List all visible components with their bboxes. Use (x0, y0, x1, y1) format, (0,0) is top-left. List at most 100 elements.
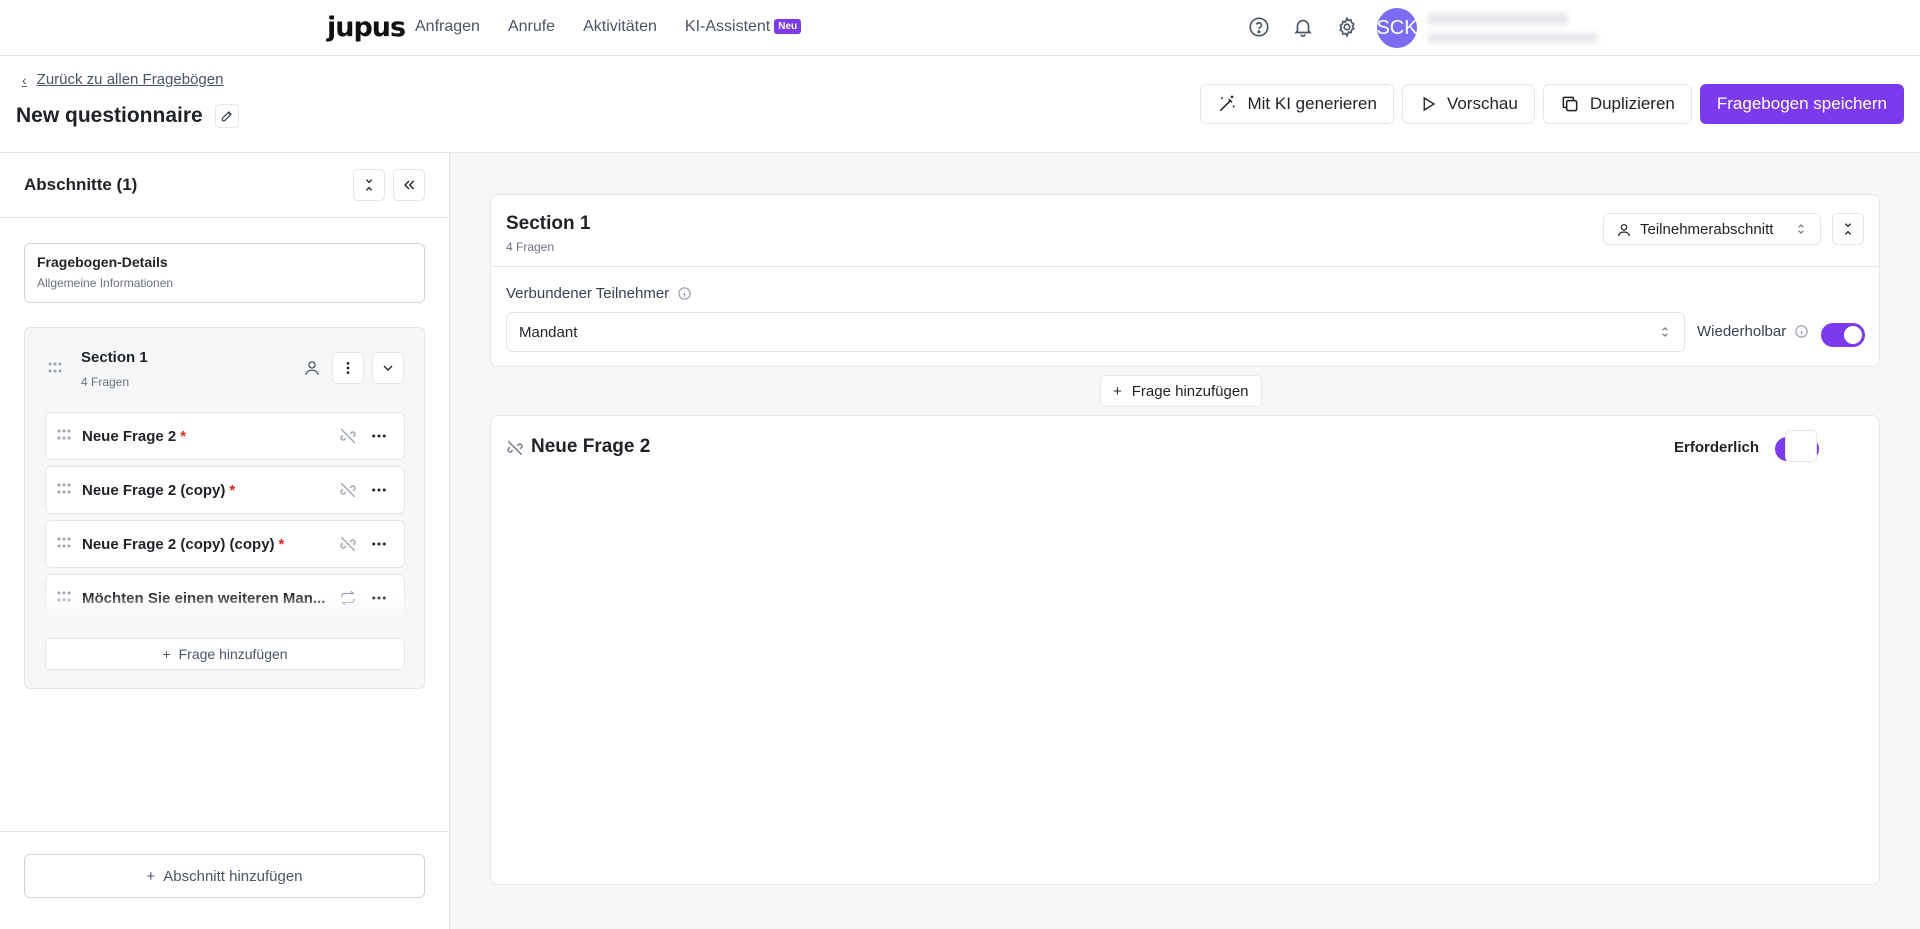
main-editor: Section 1 4 Fragen Teilnehmerabschnitt V… (450, 152, 1920, 929)
pencil-icon (221, 111, 232, 122)
participant-value: Mandant (519, 323, 578, 341)
help-icon[interactable] (1248, 16, 1270, 38)
chevron-left-icon: ‹ (22, 71, 27, 88)
collapse-vertical-icon (1844, 223, 1852, 235)
repeatable-label-row: Wiederholbar (1697, 323, 1809, 340)
top-icons (1248, 16, 1358, 38)
sidebar-header: Abschnitte (1) (0, 153, 449, 218)
page-title: New questionnaire (16, 104, 203, 127)
unlink-icon (339, 535, 357, 553)
collapse-sidebar-button[interactable] (393, 169, 425, 201)
participant-label: Verbundener Teilnehmer (506, 285, 670, 302)
header-actions: Mit KI generieren Vorschau Duplizieren F… (1200, 84, 1904, 124)
info-icon (678, 287, 691, 300)
sidebar-title: Abschnitte (1) (24, 175, 138, 194)
play-icon (1423, 96, 1436, 112)
sidebar-section-1: Section 1 4 Fragen Neue Frage 2 * Neue Fr… (24, 327, 425, 689)
edit-title-button[interactable] (214, 104, 239, 128)
bell-icon[interactable] (1292, 16, 1314, 38)
section-card: Section 1 4 Fragen Teilnehmerabschnitt V… (490, 194, 1880, 367)
copy-icon (1562, 96, 1578, 112)
sidebar-section-name: Section 1 (81, 349, 148, 366)
new-badge: Neu (774, 19, 802, 34)
add-question-button[interactable]: + Frage hinzufügen (1100, 375, 1262, 407)
collapse-all-button[interactable] (353, 169, 385, 201)
required-marker: * (180, 428, 187, 445)
sidebar-add-question-label: Frage hinzufügen (178, 646, 288, 662)
section-expand-button[interactable] (372, 352, 404, 384)
repeatable-toggle[interactable] (1821, 323, 1865, 347)
info-icon (1795, 325, 1808, 338)
details-title: Fragebogen-Details (37, 254, 168, 270)
required-label: Erforderlich (1674, 439, 1760, 456)
required-marker: * (229, 482, 236, 499)
question-title: Neue Frage 2 (531, 436, 651, 457)
generate-ai-button[interactable]: Mit KI generieren (1200, 84, 1394, 124)
list-fade-overlay (45, 594, 405, 618)
add-section-label: Abschnitt hinzufügen (163, 867, 303, 885)
duplicate-label: Duplizieren (1589, 94, 1675, 113)
unlink-icon (339, 481, 357, 499)
preview-button[interactable]: Vorschau (1401, 84, 1535, 124)
required-marker: * (278, 536, 285, 553)
nav-link-anfragen[interactable]: Anfragen (415, 18, 480, 36)
collapse-vertical-icon (365, 179, 373, 191)
unlink-icon (339, 427, 357, 445)
drag-handle-icon[interactable] (56, 537, 72, 549)
generate-ai-label: Mit KI generieren (1247, 94, 1377, 113)
chevron-down-icon (383, 365, 393, 371)
section-type-select[interactable]: Teilnehmerabschnitt (1603, 213, 1821, 245)
drag-handle-icon[interactable] (47, 362, 63, 374)
participant-select[interactable]: Mandant (506, 312, 1685, 352)
preview-label: Vorschau (1446, 94, 1518, 113)
user-icon (303, 359, 321, 377)
questionnaire-details-card[interactable]: Fragebogen-Details Allgemeine Informatio… (24, 243, 425, 303)
page-title-row: New questionnaire (16, 104, 239, 128)
section-title: Section 1 (506, 213, 591, 234)
section-collapse-button[interactable] (1832, 213, 1864, 245)
sidebar-question-item[interactable]: Neue Frage 2 * (45, 412, 405, 460)
sidebar-footer: + Abschnitt hinzufügen (0, 831, 449, 929)
nav-link-anrufe[interactable]: Anrufe (508, 18, 555, 36)
drag-handle-icon[interactable] (56, 483, 72, 495)
nav-link-ki-assistent[interactable]: KI-Assistent Neu (684, 18, 802, 36)
user-info-blurred (1428, 13, 1598, 43)
sections-sidebar: Abschnitte (1) Fragebogen-Details Allgem… (0, 152, 450, 929)
nav-link-ki-assistent-label: KI-Assistent (684, 18, 771, 35)
plus-icon: + (1113, 382, 1122, 400)
horizontal-dots-icon[interactable] (370, 427, 388, 445)
divider (491, 266, 1879, 267)
section-menu-button[interactable] (332, 352, 364, 384)
add-section-button[interactable]: + Abschnitt hinzufügen (24, 854, 425, 898)
nav-link-aktivitaeten[interactable]: Aktivitäten (583, 18, 657, 36)
chevrons-left-icon (404, 180, 415, 190)
back-link-label: Zurück zu allen Fragebögen (36, 71, 224, 88)
repeatable-label: Wiederholbar (1697, 323, 1787, 340)
top-navigation: jupus Anfragen Anrufe Aktivitäten KI-Ass… (0, 0, 1920, 56)
back-link[interactable]: ‹ Zurück zu allen Fragebögen (22, 71, 223, 88)
app-logo[interactable]: jupus (327, 12, 406, 43)
chevron-up-down-icon (1798, 224, 1804, 234)
horizontal-dots-icon[interactable] (370, 481, 388, 499)
plus-icon: + (162, 646, 171, 662)
horizontal-dots-icon[interactable] (370, 535, 388, 553)
sidebar-question-item[interactable]: Neue Frage 2 (copy) * (45, 466, 405, 514)
drag-handle-icon[interactable] (56, 429, 72, 441)
question-label: Neue Frage 2 (copy) (82, 482, 226, 499)
sidebar-section-header[interactable]: Section 1 4 Fragen (25, 328, 424, 408)
magic-wand-icon (1220, 95, 1235, 112)
question-label: Neue Frage 2 (82, 428, 177, 445)
duplicate-button[interactable]: Duplizieren (1542, 84, 1692, 124)
save-questionnaire-button[interactable]: Fragebogen speichern (1699, 84, 1904, 124)
sidebar-add-question-button[interactable]: + Frage hinzufügen (45, 638, 405, 670)
spacer-hidden (1785, 430, 1817, 462)
settings-gear-icon[interactable] (1336, 16, 1358, 38)
section-type-value: Teilnehmerabschnitt (1640, 220, 1774, 238)
vertical-dots-icon (346, 362, 350, 374)
user-avatar[interactable]: SCK (1376, 8, 1418, 48)
sidebar-question-list: Neue Frage 2 * Neue Frage 2 (copy) * Neue … (45, 412, 405, 618)
plus-icon: + (146, 867, 156, 885)
unlink-icon (507, 440, 523, 456)
participant-label-row: Verbundener Teilnehmer (506, 285, 692, 302)
sidebar-question-item[interactable]: Neue Frage 2 (copy) (copy) * (45, 520, 405, 568)
